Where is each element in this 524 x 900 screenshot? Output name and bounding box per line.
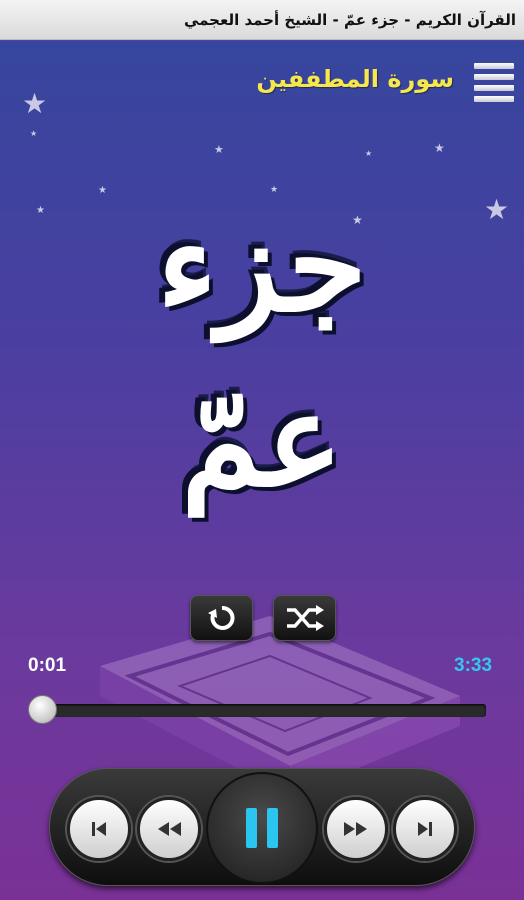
pause-icon bbox=[246, 808, 278, 848]
star-icon: ★ bbox=[214, 143, 224, 156]
repeat-icon bbox=[207, 606, 234, 630]
window-titlebar: القرآن الكريم - جزء عمّ - الشيخ أحمد الع… bbox=[0, 0, 524, 40]
window-title: القرآن الكريم - جزء عمّ - الشيخ أحمد الع… bbox=[183, 10, 516, 29]
fast-forward-icon bbox=[344, 822, 367, 836]
menu-button[interactable] bbox=[474, 63, 514, 107]
star-icon: ★ bbox=[22, 87, 48, 120]
skip-previous-icon bbox=[92, 822, 106, 836]
rewind-button[interactable] bbox=[137, 797, 201, 861]
star-icon: ★ bbox=[365, 149, 373, 158]
juz-title-line2: عمّ bbox=[181, 366, 343, 516]
juz-title-line1: جزء bbox=[157, 191, 367, 341]
pause-button[interactable] bbox=[206, 772, 318, 884]
total-time: 3:33 bbox=[454, 655, 493, 676]
repeat-button[interactable] bbox=[190, 595, 253, 641]
skip-previous-button[interactable] bbox=[67, 797, 131, 861]
surah-title: سورة المطففين bbox=[256, 65, 454, 93]
star-icon: ★ bbox=[30, 129, 38, 138]
player-background: ★ ★ ★ ★ ★ ★ ★ ★ ★ ★ سورة المطففين جزء عم… bbox=[0, 41, 524, 900]
current-time: 0:01 bbox=[28, 655, 67, 676]
skip-next-button[interactable] bbox=[393, 797, 457, 861]
seek-bar[interactable] bbox=[36, 704, 486, 717]
rewind-icon bbox=[158, 822, 181, 836]
star-icon: ★ bbox=[434, 141, 445, 155]
skip-next-icon bbox=[418, 822, 432, 836]
shuffle-icon bbox=[286, 605, 324, 631]
shuffle-button[interactable] bbox=[273, 595, 336, 641]
fast-forward-button[interactable] bbox=[324, 797, 388, 861]
seek-thumb[interactable] bbox=[28, 695, 57, 724]
